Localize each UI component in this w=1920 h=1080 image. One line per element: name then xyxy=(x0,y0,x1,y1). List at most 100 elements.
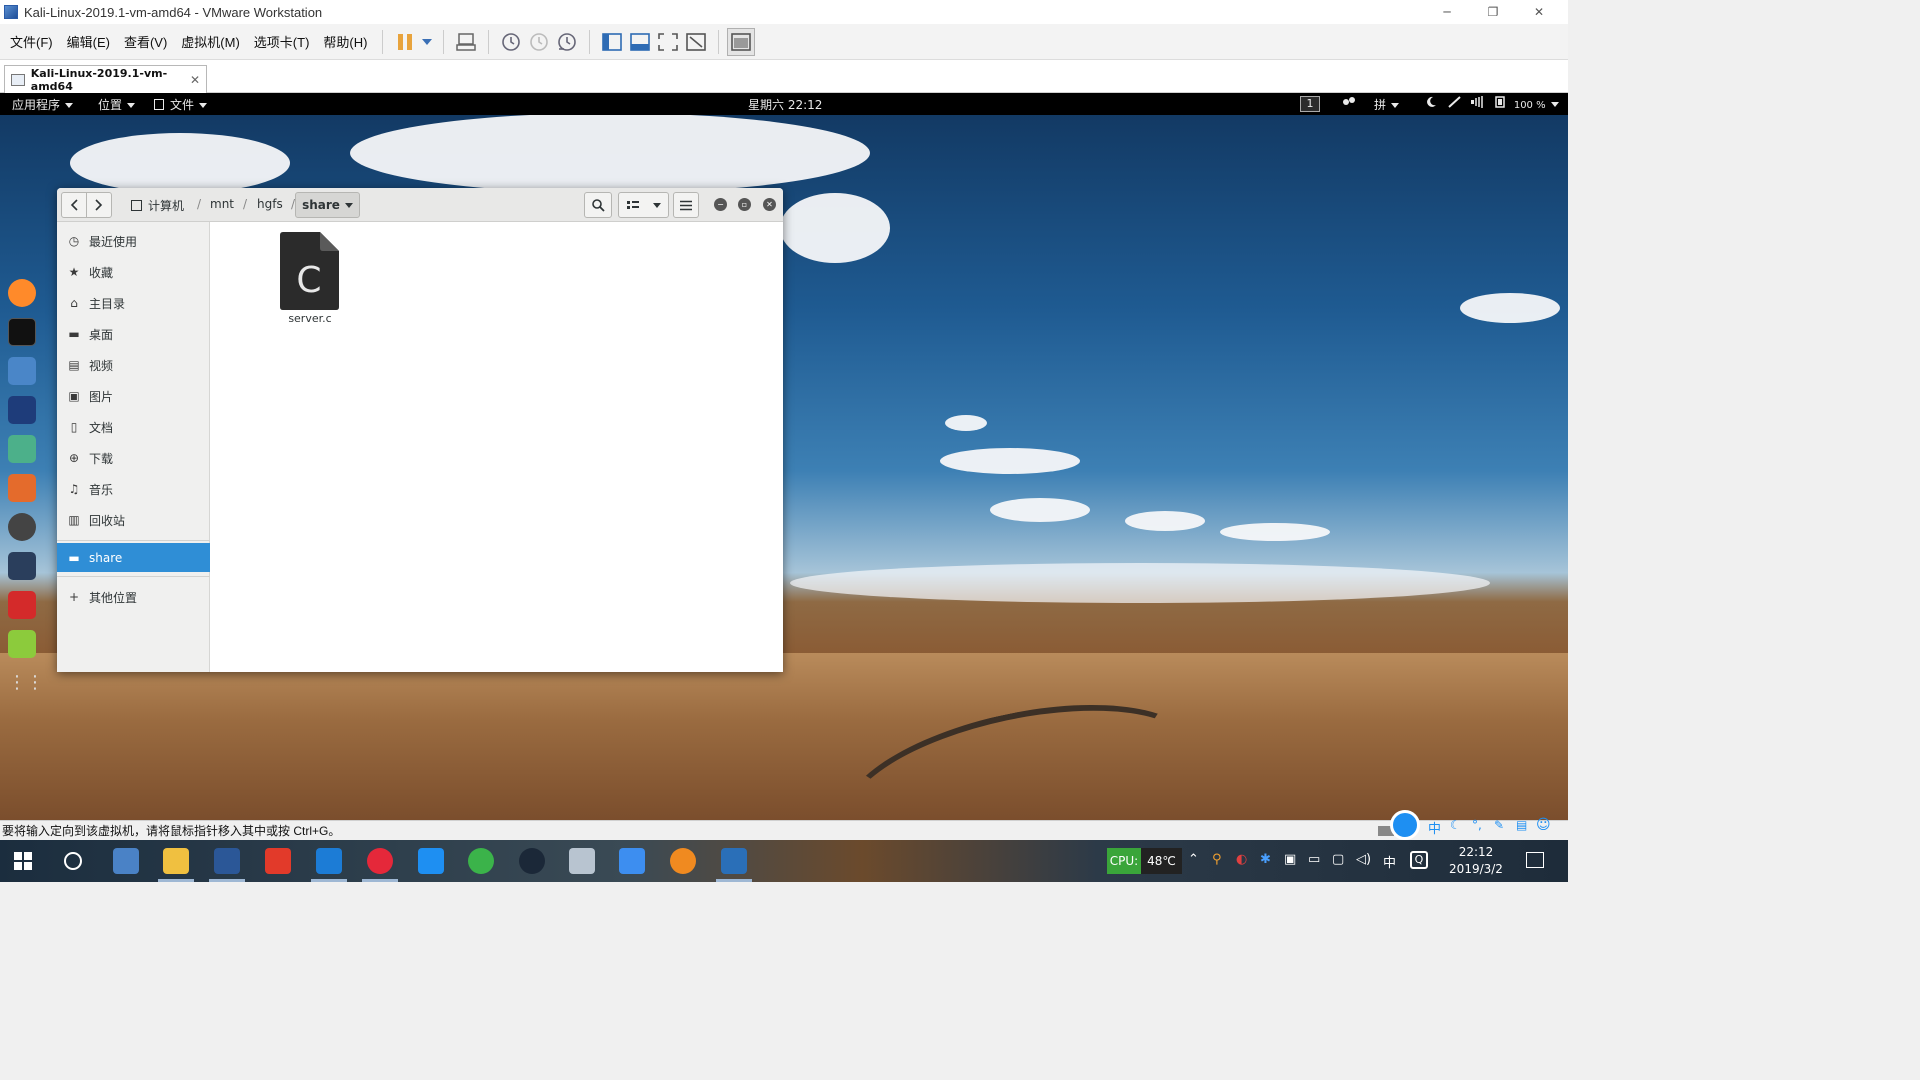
sidebar-item-trash[interactable]: ▥ 回收站 xyxy=(57,506,210,534)
tab-close-icon[interactable]: ✕ xyxy=(190,73,200,87)
close-button[interactable]: ✕ xyxy=(1516,0,1562,24)
battery-tray-icon[interactable]: ▭ xyxy=(1308,852,1320,867)
input-method-menu[interactable]: 拼 xyxy=(1374,96,1400,113)
app-grid-icon[interactable]: ⋮⋮ xyxy=(8,669,44,697)
system-clock[interactable]: 22:12 2019/3/2 xyxy=(1440,844,1512,878)
show-thumbnails-icon[interactable] xyxy=(626,28,654,56)
ime-tray-label[interactable]: 中 xyxy=(1383,852,1396,871)
send-ctrl-alt-del-icon[interactable] xyxy=(452,28,480,56)
maximize-window-icon[interactable]: ▫ xyxy=(738,198,751,211)
cpu-temperature-widget[interactable]: CPU: 48℃ xyxy=(1107,848,1182,874)
close-window-icon[interactable]: ✕ xyxy=(763,198,776,211)
snapshot-take-icon[interactable] xyxy=(497,28,525,56)
menu-edit[interactable]: 编辑(E) xyxy=(60,32,117,51)
menu-help[interactable]: 帮助(H) xyxy=(316,32,374,51)
terminal-icon[interactable] xyxy=(8,318,36,346)
sidebar-item-pictures[interactable]: ▣ 图片 xyxy=(57,382,210,410)
sidebar-item-videos[interactable]: ▤ 视频 xyxy=(57,351,210,379)
power-dropdown-icon[interactable] xyxy=(419,28,435,56)
menu-view[interactable]: 查看(V) xyxy=(117,32,174,51)
breadcrumb-share[interactable]: share xyxy=(295,192,360,218)
menu-vm[interactable]: 虚拟机(M) xyxy=(174,32,247,51)
sidebar-item-documents[interactable]: ▯ 文档 xyxy=(57,413,210,441)
leafpad-icon[interactable] xyxy=(8,630,36,658)
cortana-search-icon[interactable] xyxy=(64,852,82,870)
word-icon[interactable] xyxy=(214,848,240,874)
breadcrumb-mnt[interactable]: mnt xyxy=(210,197,234,211)
maltego-icon[interactable] xyxy=(8,552,36,580)
pause-icon[interactable] xyxy=(391,28,419,56)
netease-music-icon[interactable] xyxy=(367,848,393,874)
volume-tray-icon[interactable]: ◁) xyxy=(1356,852,1371,867)
taskbar-app-icon[interactable] xyxy=(619,848,645,874)
minimize-button[interactable]: ─ xyxy=(1424,0,1470,24)
sidebar-item-recent[interactable]: ◷ 最近使用 xyxy=(57,227,210,255)
files-app-menu[interactable]: 文件 xyxy=(154,96,208,113)
c-source-file-icon[interactable]: C xyxy=(280,232,339,310)
burpsuite-icon[interactable] xyxy=(8,474,36,502)
gnome-clock[interactable]: 星期六 22:12 xyxy=(748,96,822,113)
sidebar-item-desktop[interactable]: ▬ 桌面 xyxy=(57,320,210,348)
faraday-icon[interactable] xyxy=(8,591,36,619)
steam-icon[interactable] xyxy=(519,848,545,874)
network-tray-icon[interactable]: ▢ xyxy=(1332,852,1344,867)
tray-app-icon[interactable]: ⚲ xyxy=(1212,852,1222,867)
ime-toolbar[interactable]: 中 ☾ °, ✎ ▤ ☺ xyxy=(1390,810,1558,840)
applications-menu[interactable]: 应用程序 xyxy=(12,96,74,113)
action-center-icon[interactable] xyxy=(1526,852,1544,868)
sogou-logo-icon[interactable] xyxy=(1390,810,1420,840)
unity-icon[interactable] xyxy=(682,28,710,56)
file-explorer-icon[interactable] xyxy=(163,848,189,874)
taskbar-app-icon[interactable] xyxy=(265,848,291,874)
search-button[interactable] xyxy=(584,192,612,218)
tray-app-icon[interactable]: ◐ xyxy=(1236,852,1247,867)
devices-icon[interactable] xyxy=(1342,96,1356,111)
ime-mode-label[interactable]: 中 xyxy=(1428,818,1441,837)
snapshot-manager-icon[interactable] xyxy=(553,28,581,56)
taskbar-app-icon[interactable] xyxy=(113,848,139,874)
view-mode-button[interactable] xyxy=(618,192,669,218)
sidebar-item-share[interactable]: ▬ share xyxy=(57,543,210,572)
file-view[interactable]: C server.c xyxy=(211,222,783,672)
forward-button[interactable] xyxy=(86,192,112,218)
sidebar-item-home[interactable]: ⌂ 主目录 xyxy=(57,289,210,317)
wrench-icon[interactable]: ✎ xyxy=(1494,818,1504,832)
bluetooth-icon[interactable]: ✱ xyxy=(1260,852,1271,867)
tray-app-icon[interactable]: Q xyxy=(1410,851,1428,869)
firefox-icon[interactable] xyxy=(8,279,36,307)
beef-icon[interactable] xyxy=(8,513,36,541)
emoji-icon[interactable]: ☺ xyxy=(1536,817,1551,833)
console-view-icon[interactable] xyxy=(727,27,756,56)
taskbar-app-icon[interactable] xyxy=(670,848,696,874)
clipboard-icon[interactable]: ▤ xyxy=(1516,818,1527,832)
breadcrumb-hgfs[interactable]: hgfs xyxy=(257,197,283,211)
files-icon[interactable] xyxy=(8,357,36,385)
tray-expand-icon[interactable]: ⌃ xyxy=(1188,852,1199,867)
places-menu[interactable]: 位置 xyxy=(98,96,136,113)
moon-icon[interactable]: ☾ xyxy=(1450,818,1461,832)
punctuation-icon[interactable]: °, xyxy=(1472,818,1482,832)
windows-start-icon[interactable] xyxy=(14,852,32,870)
tray-app-icon[interactable]: ▣ xyxy=(1284,852,1296,867)
restore-button[interactable]: ❐ xyxy=(1470,0,1516,24)
menu-button[interactable] xyxy=(673,192,699,218)
menu-tabs[interactable]: 选项卡(T) xyxy=(247,32,317,51)
file-name[interactable]: server.c xyxy=(271,312,349,325)
edge-icon[interactable] xyxy=(316,848,342,874)
metasploit-icon[interactable] xyxy=(8,396,36,424)
armitage-icon[interactable] xyxy=(8,435,36,463)
kali-desktop[interactable]: 应用程序 位置 文件 星期六 22:12 1 拼 100 % ⋮⋮ 计算机 / … xyxy=(0,93,1568,820)
sidebar-item-music[interactable]: ♫ 音乐 xyxy=(57,475,210,503)
wechat-icon[interactable] xyxy=(468,848,494,874)
breadcrumb-computer[interactable]: 计算机 xyxy=(131,197,184,214)
tab-kali-vm[interactable]: Kali-Linux-2019.1-vm-amd64 ✕ xyxy=(4,65,207,93)
minimize-window-icon[interactable]: − xyxy=(714,198,727,211)
battery-menu[interactable]: 100 % xyxy=(1494,96,1559,111)
taskbar-app-icon[interactable] xyxy=(418,848,444,874)
menu-file[interactable]: 文件(F) xyxy=(3,32,60,51)
show-library-icon[interactable] xyxy=(598,28,626,56)
fullscreen-icon[interactable] xyxy=(654,28,682,56)
workspace-indicator[interactable]: 1 xyxy=(1300,96,1320,112)
sidebar-item-downloads[interactable]: ⊕ 下载 xyxy=(57,444,210,472)
vmware-taskbar-icon[interactable] xyxy=(721,848,747,874)
